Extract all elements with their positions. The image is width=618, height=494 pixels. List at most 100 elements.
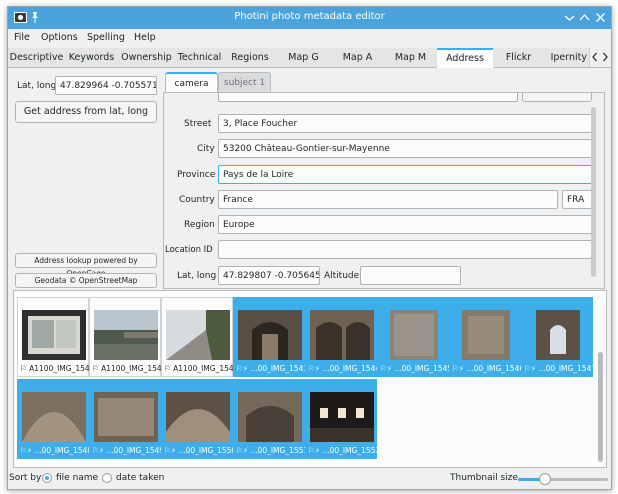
tab-ipernity[interactable]: Ipernity xyxy=(544,48,590,67)
form-latlong-label: Lat, long xyxy=(177,271,217,281)
tab-subject-1[interactable]: subject 1 xyxy=(218,72,271,92)
thumbnail-item[interactable]: ⚐⚡ ...00_IMG_1550 xyxy=(161,379,237,459)
latlong-input[interactable]: 47.829964 -0.705571 xyxy=(55,76,157,95)
street-label: Street xyxy=(184,119,212,129)
partial-button[interactable] xyxy=(522,93,592,102)
menu-spelling[interactable]: Spelling xyxy=(87,32,125,43)
form-latlong-input[interactable]: 47.829807 -0.705645 xyxy=(218,266,320,285)
thumbnail-item[interactable]: ⚐ A1100_IMG_1541 xyxy=(89,297,166,377)
thumbnail-item[interactable]: ⚐⚡ ...00_IMG_1544 xyxy=(305,297,380,377)
thumbnail-item[interactable]: ⚐⚡ ...00_IMG_1547 xyxy=(521,297,597,377)
tab-keywords[interactable]: Keywords xyxy=(65,48,119,67)
minimize-icon[interactable] xyxy=(562,10,577,25)
photo-thumbnail xyxy=(94,392,158,442)
flag-icon: ⚐ xyxy=(164,364,171,373)
thumbnail-item[interactable]: ⚐⚡ ...00_IMG_1552 xyxy=(305,379,380,459)
photo-thumbnail xyxy=(536,310,580,360)
thumbnail-caption: ⚐⚡ ...00_IMG_1549 xyxy=(92,446,164,455)
tab-regions[interactable]: Regions xyxy=(224,48,277,67)
tab-map-g[interactable]: Map G xyxy=(276,48,332,67)
thumbnail-item[interactable]: ⚐⚡ ...00_IMG_1548 xyxy=(17,379,92,459)
flag-icon: ⚐⚡ xyxy=(380,364,392,373)
thumbnail-size-slider[interactable] xyxy=(518,473,608,485)
flag-icon: ⚐⚡ xyxy=(524,364,536,373)
thumbnail-caption-text: ...00_IMG_1546 xyxy=(466,364,525,373)
thumbnail-size-label: Thumbnail size xyxy=(450,473,518,483)
chevron-right-icon[interactable] xyxy=(600,51,610,63)
get-address-button[interactable]: Get address from lat, long xyxy=(15,101,157,123)
tab-camera[interactable]: camera xyxy=(165,72,218,92)
thumbnail-caption-text: ...00_IMG_1551 xyxy=(250,446,309,455)
altitude-label: Altitude xyxy=(324,271,360,281)
date-taken-label: date taken xyxy=(116,473,165,483)
thumbnail-scrollbar[interactable] xyxy=(598,352,603,462)
photo-thumbnail xyxy=(166,392,230,442)
thumbnail-caption-text: A1100_IMG_1541 xyxy=(101,364,167,373)
tab-ownership[interactable]: Ownership xyxy=(118,48,176,67)
thumbnail-grid: ⚐ A1100_IMG_1540 ⚐ A1100_IMG_1541 ⚐ A110… xyxy=(13,290,607,468)
app-window: Photini photo metadata editor File Optio… xyxy=(7,6,612,490)
sublocation-input[interactable] xyxy=(218,93,518,102)
thumbnail-item[interactable]: ⚐⚡ ...00_IMG_1549 xyxy=(89,379,164,459)
photo-thumbnail xyxy=(166,310,230,360)
photo-thumbnail xyxy=(390,310,438,360)
flag-icon: ⚐⚡ xyxy=(92,446,104,455)
region-label: Region xyxy=(184,220,215,230)
menu-bar: File Options Spelling Help xyxy=(8,29,611,47)
thumbnail-item[interactable]: ⚐⚡ ...00_IMG_1551 xyxy=(233,379,309,459)
thumbnail-caption-text: A1100_IMG_1542 xyxy=(173,364,239,373)
photo-thumbnail xyxy=(22,392,86,442)
thumbnail-item[interactable]: ⚐⚡ ...00_IMG_1546 xyxy=(449,297,525,377)
form-scrollbar[interactable] xyxy=(591,107,596,277)
city-input[interactable]: 53200 Château-Gontier-sur-Mayenne xyxy=(218,139,592,158)
thumbnail-caption-text: ...00_IMG_1547 xyxy=(538,364,597,373)
osm-button[interactable]: Geodata © OpenStreetMap contributors xyxy=(15,273,157,298)
bottom-bar: Sort by file name date taken Thumbnail s… xyxy=(8,469,611,489)
thumbnail-caption-text: ...00_IMG_1552 xyxy=(322,446,381,455)
country-code-input[interactable]: FRA xyxy=(562,190,592,209)
thumbnail-item[interactable]: ⚐ A1100_IMG_1540 xyxy=(17,297,94,377)
flag-icon: ⚐ xyxy=(20,364,27,373)
thumbnail-caption-text: ...00_IMG_1550 xyxy=(178,446,237,455)
address-lookup-panel: Lat, long 47.829964 -0.705571 Get addres… xyxy=(8,68,160,298)
thumbnail-item[interactable]: ⚐ A1100_IMG_1542 xyxy=(161,297,238,377)
street-input[interactable]: 3, Place Foucher xyxy=(218,114,592,133)
tab-descriptive[interactable]: Descriptive xyxy=(8,48,66,67)
chevron-left-icon[interactable] xyxy=(590,51,600,63)
sort-by-label: Sort by xyxy=(9,473,42,483)
thumbnail-caption-text: ...00_IMG_1543 xyxy=(250,364,309,373)
country-input[interactable]: France xyxy=(218,190,558,209)
tab-map-m[interactable]: Map M xyxy=(384,48,438,67)
photo-thumbnail xyxy=(310,310,374,360)
thumbnail-item[interactable]: ⚐⚡ ...00_IMG_1543 xyxy=(233,297,308,377)
thumbnail-caption: ⚐⚡ ...00_IMG_1552 xyxy=(308,446,380,455)
tab-flickr[interactable]: Flickr xyxy=(493,48,545,67)
opencage-button[interactable]: Address lookup powered by OpenCage xyxy=(15,253,157,278)
thumbnail-caption: ⚐ A1100_IMG_1540 xyxy=(20,364,94,373)
flag-icon: ⚐⚡ xyxy=(308,446,320,455)
maximize-icon[interactable] xyxy=(577,10,592,25)
altitude-input[interactable] xyxy=(360,266,461,285)
thumbnail-caption: ⚐⚡ ...00_IMG_1543 xyxy=(236,364,308,373)
tab-address[interactable]: Address xyxy=(437,48,494,68)
tab-technical[interactable]: Technical xyxy=(175,48,225,67)
country-label: Country xyxy=(179,195,215,205)
thumbnail-caption-text: ...00_IMG_1544 xyxy=(322,364,381,373)
sort-date-taken-radio[interactable] xyxy=(102,473,112,483)
menu-options[interactable]: Options xyxy=(41,32,78,43)
close-icon[interactable] xyxy=(593,10,608,25)
menu-help[interactable]: Help xyxy=(134,32,156,43)
thumbnail-caption: ⚐ A1100_IMG_1542 xyxy=(164,364,238,373)
photo-thumbnail xyxy=(22,310,86,360)
slider-handle[interactable] xyxy=(539,473,551,485)
sort-file-name-radio[interactable] xyxy=(42,473,52,483)
tab-map-a[interactable]: Map A xyxy=(331,48,385,67)
province-input[interactable]: Pays de la Loire xyxy=(218,165,592,184)
region-input[interactable]: Europe xyxy=(218,215,592,234)
thumbnail-caption: ⚐⚡ ...00_IMG_1544 xyxy=(308,364,380,373)
photo-thumbnail xyxy=(238,392,302,442)
location-id-input[interactable] xyxy=(218,240,592,259)
photo-thumbnail xyxy=(310,392,374,442)
thumbnail-item[interactable]: ⚐⚡ ...00_IMG_1545 xyxy=(377,297,452,377)
menu-file[interactable]: File xyxy=(14,32,30,43)
